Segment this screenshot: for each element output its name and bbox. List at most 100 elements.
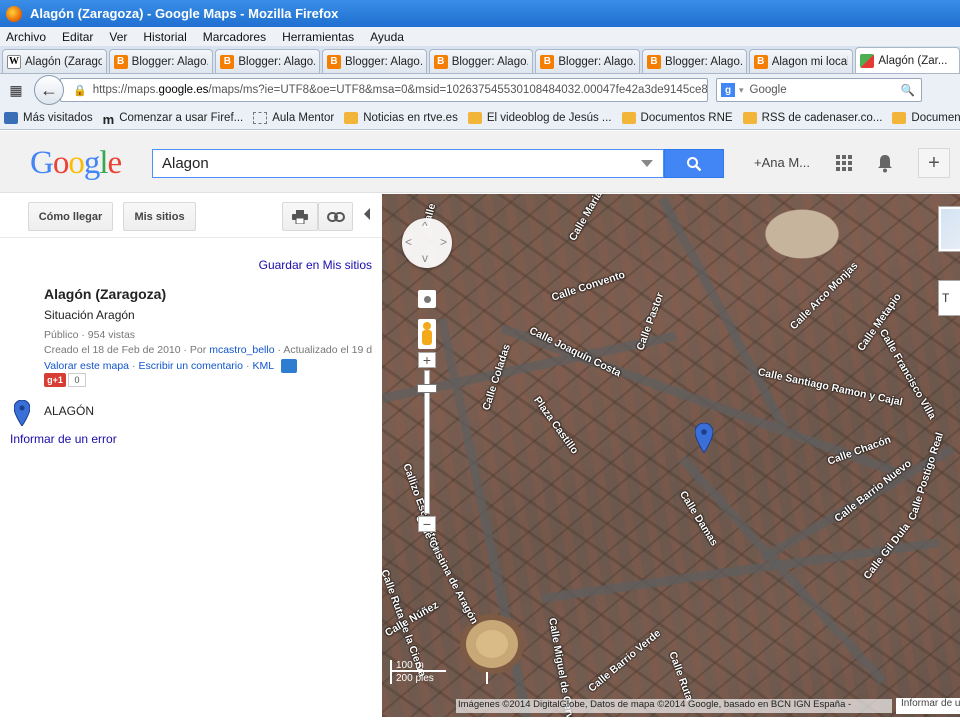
blank-page-icon (253, 111, 268, 124)
bookmark-label: Documentos RNE (640, 111, 733, 124)
google-earth-icon[interactable] (281, 359, 298, 373)
browser-tab[interactable]: W Alagón (Zaragoza... (2, 49, 107, 73)
my-places-button[interactable]: Mis sitios (123, 202, 196, 231)
bookmark-item[interactable]: Documentos RNE (621, 111, 733, 124)
author-link[interactable]: mcastro_bello (209, 344, 274, 356)
my-location-button[interactable] (418, 290, 436, 308)
menu-bar: Archivo Editar Ver Historial Marcadores … (0, 27, 960, 46)
tab-label: Alagón (Zar... (878, 54, 948, 67)
place-marker-icon[interactable] (13, 399, 31, 429)
tab-label: Blogger: Alago... (558, 55, 636, 68)
tab-bar: W Alagón (Zaragoza... B Blogger: Alago..… (0, 46, 960, 74)
browser-tab[interactable]: B Blogger: Alago... (428, 49, 534, 73)
browser-tab[interactable]: B Blogger: Alago... (108, 49, 214, 73)
map-marker-icon[interactable] (694, 422, 714, 456)
browser-search-placeholder: Google (749, 84, 787, 96)
menu-editar[interactable]: Editar (62, 30, 93, 44)
maps-search-input[interactable]: Alagon (152, 149, 664, 178)
maps-search-value: Alagon (162, 155, 209, 172)
navigation-bar: ▦ ← 🔒 https://maps. google.es/maps/ms?ie=… (0, 74, 960, 106)
place-name[interactable]: ALAGÓN (44, 404, 94, 418)
map-copyright: Imágenes ©2014 DigitalGlobe, Datos de ma… (456, 699, 892, 713)
browser-search-box[interactable]: g ▾ Google 🔍 (716, 78, 922, 102)
bookmark-label: Documentos RNE (911, 111, 960, 124)
link-icon (326, 211, 345, 222)
bookmark-label: RSS de cadenaser.co... (761, 111, 883, 124)
menu-herramientas[interactable]: Herramientas (282, 30, 354, 44)
menu-historial[interactable]: Historial (143, 30, 186, 44)
search-dropdown-icon[interactable] (641, 160, 653, 167)
zoom-slider-handle[interactable] (417, 384, 437, 393)
menu-archivo[interactable]: Archivo (6, 30, 46, 44)
menu-marcadores[interactable]: Marcadores (203, 30, 266, 44)
report-map-error-button[interactable]: Informar de u (896, 698, 960, 714)
bookmark-item[interactable]: Aula Mentor (253, 111, 334, 124)
bookmark-item[interactable]: m Comenzar a usar Firef... (103, 112, 244, 127)
plus-one-button[interactable]: g+1 (44, 373, 66, 387)
map-type-toggle[interactable] (938, 206, 960, 252)
bookmark-label: El videoblog de Jesús ... (486, 111, 612, 124)
url-bar[interactable]: 🔒 https://maps. google.es/maps/ms?ie=UTF8… (60, 78, 708, 102)
bookmark-item[interactable]: Noticias en rtve.es (344, 111, 458, 124)
browser-tab[interactable]: B Blogger: Alago... (215, 49, 321, 73)
write-comment-link[interactable]: Escribir un comentario (139, 360, 243, 372)
apps-grid-icon[interactable] (836, 155, 852, 171)
browser-tab[interactable]: B Blogger: Alago... (322, 49, 427, 73)
plus-one-widget: g+1 0 (44, 373, 86, 387)
plus-one-count: 0 (68, 373, 86, 387)
map-subtitle: Situación Aragón (44, 308, 135, 322)
kml-link[interactable]: KML (252, 360, 274, 372)
street-label: Calle Ruta (666, 649, 696, 703)
location-dot-icon (423, 295, 431, 303)
google-header: Google Alagon +Ana M... + (0, 131, 960, 193)
map-type-menu[interactable]: T (938, 280, 960, 316)
notifications-bell-icon[interactable] (876, 153, 896, 173)
pan-right-icon[interactable]: > (440, 235, 447, 249)
report-error-link[interactable]: Informar de un error (10, 432, 117, 446)
share-plus-button[interactable]: + (918, 148, 950, 178)
pan-down-icon[interactable]: v (422, 251, 428, 265)
magnifier-icon[interactable]: 🔍 (901, 83, 915, 97)
blogger-icon: B (753, 54, 768, 69)
save-to-my-places-link[interactable]: Guardar en Mis sitios (259, 258, 372, 272)
url-path: /maps/ms?ie=UTF8&oe=UTF8&msa=0&msid=1026… (208, 84, 708, 96)
pan-left-icon[interactable]: < (405, 235, 412, 249)
print-button[interactable] (282, 202, 318, 231)
grid-icon[interactable]: ▦ (6, 82, 26, 98)
pan-up-icon[interactable]: ^ (422, 219, 428, 233)
zoom-out-button[interactable]: − (418, 516, 436, 532)
browser-tab[interactable]: B Blogger: Alago... (535, 49, 641, 73)
bookmark-item[interactable]: Más visitados (4, 111, 93, 124)
user-account-link[interactable]: +Ana M... (754, 155, 810, 170)
collapse-panel-icon[interactable] (364, 208, 370, 220)
wikipedia-icon: W (7, 54, 21, 69)
panel-toolbar: Cómo llegar Mis sitios (0, 194, 382, 238)
tab-label: Alagón (Zaragoza... (25, 55, 102, 68)
back-button[interactable]: ← (34, 75, 64, 105)
rss-feed-icon (467, 111, 482, 124)
link-button[interactable] (318, 202, 353, 231)
google-logo[interactable]: Google (30, 145, 122, 182)
menu-ver[interactable]: Ver (109, 30, 127, 44)
rate-map-link[interactable]: Valorar este mapa (44, 360, 129, 372)
tab-label: Blogger: Alago... (238, 55, 316, 68)
bookmark-item[interactable]: El videoblog de Jesús ... (467, 111, 612, 124)
satellite-map[interactable]: Calle Mariano Chueca Calle Convento Call… (382, 194, 960, 717)
browser-tab-active[interactable]: Alagón (Zar... (855, 47, 960, 73)
pan-control[interactable]: ^ < > v (402, 218, 452, 268)
street-view-pegman-icon[interactable] (418, 319, 436, 349)
tab-label: Blogger: Alago... (451, 55, 529, 68)
bookmark-item[interactable]: Documentos RNE (892, 111, 960, 124)
street-label: Calle Santiago Ramon y Cajal (756, 366, 904, 409)
menu-ayuda[interactable]: Ayuda (370, 30, 404, 44)
firefox-logo-icon (6, 5, 22, 22)
zoom-in-button[interactable]: + (418, 352, 436, 368)
tab-label: Blogger: Alago... (665, 55, 742, 68)
maps-search-button[interactable] (664, 149, 724, 178)
browser-tab[interactable]: B Blogger: Alago... (642, 49, 747, 73)
engine-dropdown-icon[interactable]: ▾ (739, 85, 744, 96)
browser-tab[interactable]: B Alagon mi locali... (748, 49, 854, 73)
map-scale: 100 m 200 pies (390, 660, 490, 690)
bookmark-item[interactable]: RSS de cadenaser.co... (742, 111, 883, 124)
directions-button[interactable]: Cómo llegar (28, 202, 113, 231)
